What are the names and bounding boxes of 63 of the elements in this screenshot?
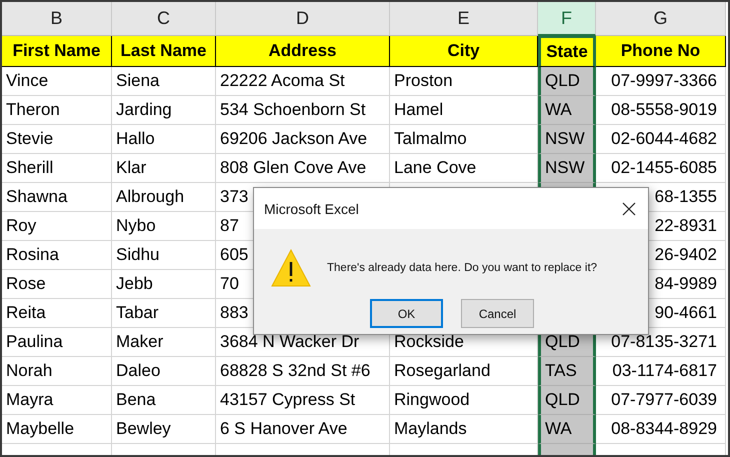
column-header[interactable]: D — [216, 2, 390, 36]
table-cell: Tabar — [112, 299, 216, 328]
table-cell: 43157 Cypress St — [216, 386, 390, 415]
table-cell: Siena — [112, 67, 216, 96]
table-cell: Rosina — [2, 241, 112, 270]
table-cell: 08-8344-8929 — [596, 415, 726, 444]
table-cell: Daleo — [112, 357, 216, 386]
table-cell: Sidhu — [112, 241, 216, 270]
table-cell: 02-6044-4682 — [596, 125, 726, 154]
column-heading: City — [390, 36, 538, 67]
table-cell: Mayra — [2, 386, 112, 415]
table-cell: TAS — [538, 357, 596, 386]
ok-button[interactable]: OK — [370, 299, 443, 328]
table-cell: NSW — [538, 125, 596, 154]
table-cell: Rose — [2, 270, 112, 299]
table-cell: 534 Schoenborn St — [216, 96, 390, 125]
table-cell: Paulina — [2, 328, 112, 357]
table-cell: Albrough — [112, 183, 216, 212]
table-cell: QLD — [538, 67, 596, 96]
table-cell: 03-1174-6817 — [596, 357, 726, 386]
table-cell: Klar — [112, 154, 216, 183]
table-cell: WA — [538, 96, 596, 125]
table-cell: Maker — [112, 328, 216, 357]
column-header[interactable]: E — [390, 2, 538, 36]
table-cell: Jebb — [112, 270, 216, 299]
table-cell: QLD — [538, 386, 596, 415]
table-cell: Maybelle — [2, 415, 112, 444]
table-cell: 08-5558-9019 — [596, 96, 726, 125]
table-cell: Nybo — [112, 212, 216, 241]
table-cell: Bena — [112, 386, 216, 415]
table-cell: Shawna — [2, 183, 112, 212]
table-cell: NSW — [538, 154, 596, 183]
column-header[interactable]: C — [112, 2, 216, 36]
column-heading: Phone No — [596, 36, 726, 67]
column-heading: First Name — [2, 36, 112, 67]
table-cell: 02-1455-6085 — [596, 154, 726, 183]
table-cell: Stevie — [2, 125, 112, 154]
warning-icon — [271, 249, 311, 287]
column-header[interactable]: F — [538, 2, 596, 36]
table-cell: Reita — [2, 299, 112, 328]
table-cell: Hallo — [112, 125, 216, 154]
column-header[interactable]: G — [596, 2, 726, 36]
table-cell: 6 S Hanover Ave — [216, 415, 390, 444]
table-cell: Jarding — [112, 96, 216, 125]
table-cell: Bewley — [112, 415, 216, 444]
table-cell: 808 Glen Cove Ave — [216, 154, 390, 183]
table-cell: 22222 Acoma St — [216, 67, 390, 96]
table-cell: 68828 S 32nd St #6 — [216, 357, 390, 386]
table-cell: Vince — [2, 67, 112, 96]
table-cell: 69206 Jackson Ave — [216, 125, 390, 154]
cancel-button[interactable]: Cancel — [461, 299, 534, 328]
table-cell: WA — [538, 415, 596, 444]
table-cell: Sherill — [2, 154, 112, 183]
table-cell: 07-7977-6039 — [596, 386, 726, 415]
table-cell: 07-9997-3366 — [596, 67, 726, 96]
table-cell: Roy — [2, 212, 112, 241]
column-heading: Address — [216, 36, 390, 67]
close-icon[interactable] — [622, 202, 636, 216]
column-heading: State — [538, 36, 596, 67]
column-header[interactable]: B — [2, 2, 112, 36]
table-cell: Norah — [2, 357, 112, 386]
column-heading: Last Name — [112, 36, 216, 67]
table-cell: Theron — [2, 96, 112, 125]
